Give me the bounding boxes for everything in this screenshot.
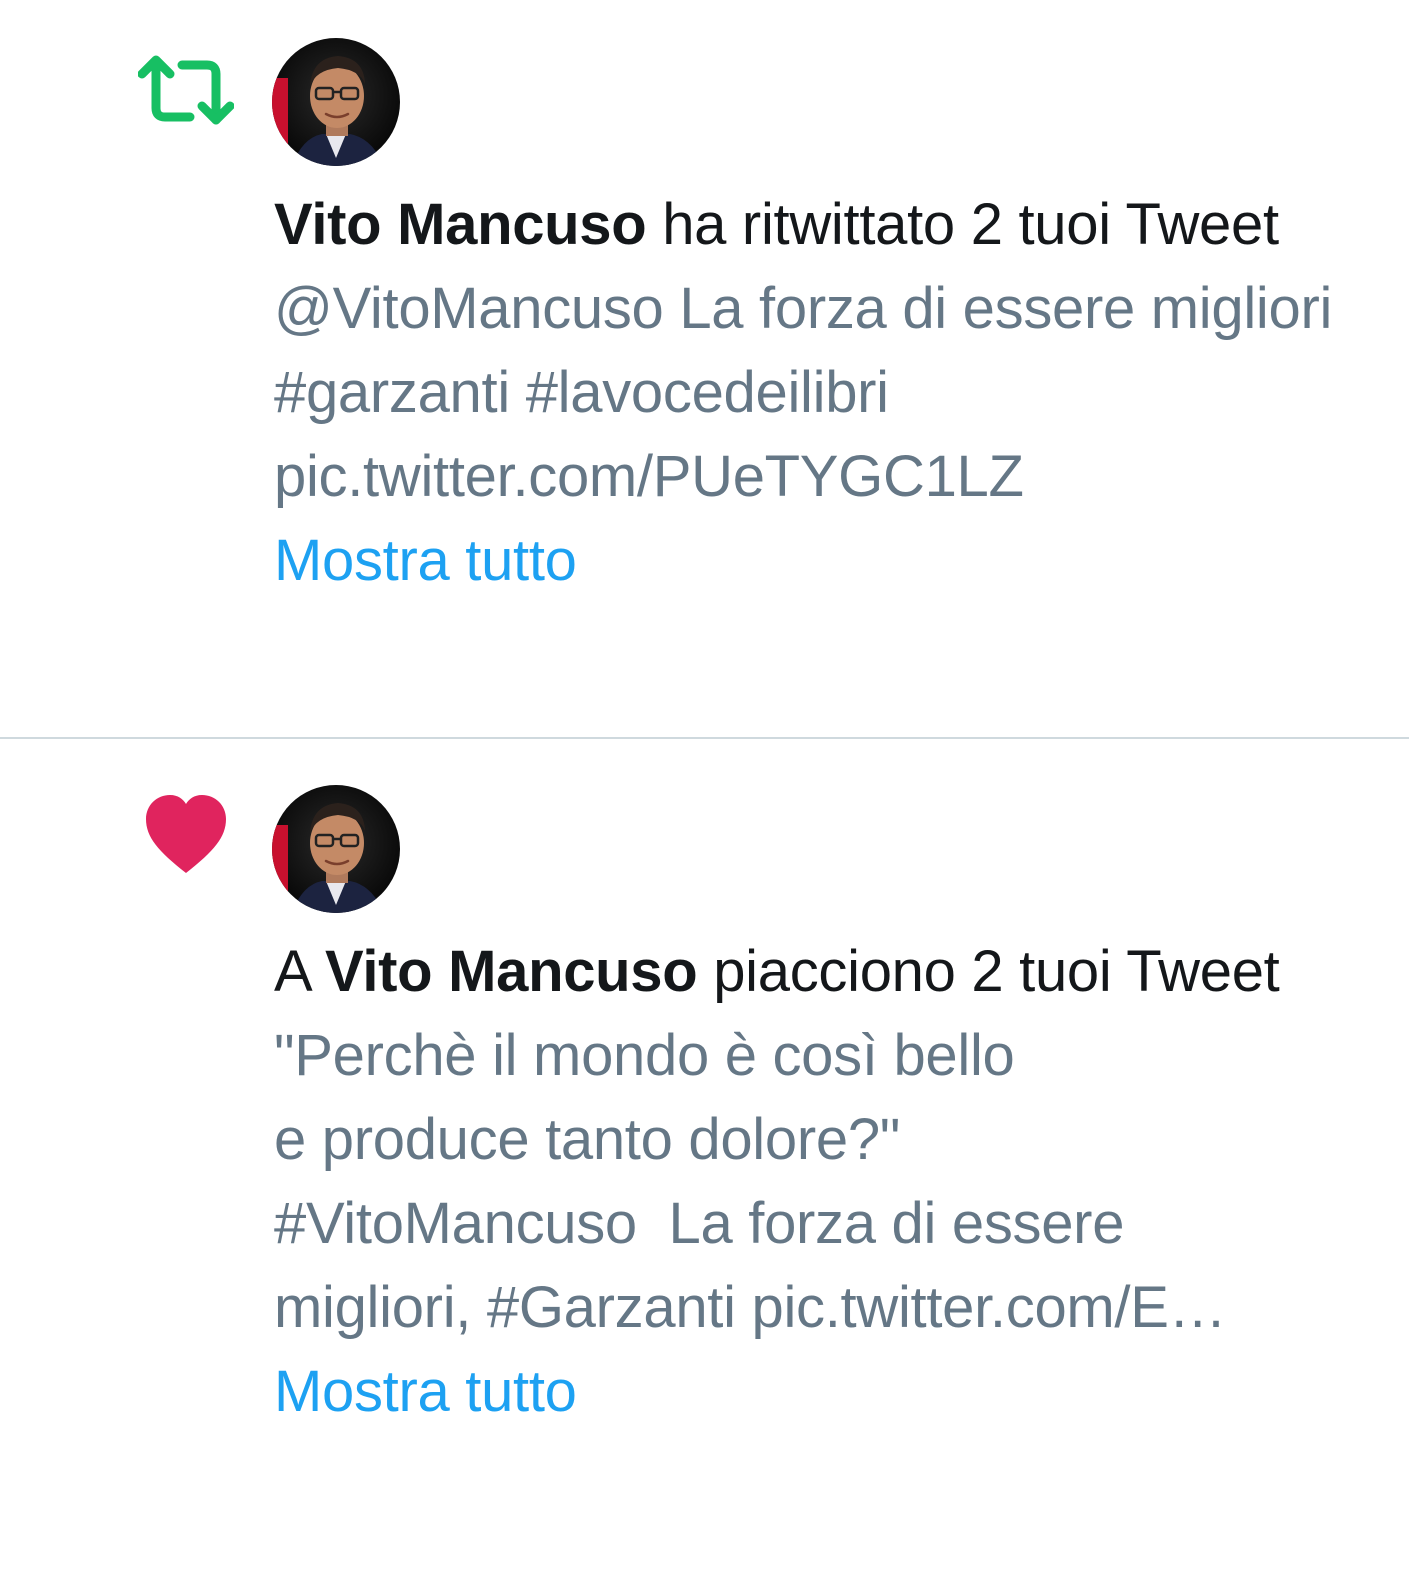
headline-suffix: ha ritwittato 2 tuoi Tweet [646,192,1279,257]
divider [0,737,1409,739]
retweet-icon [137,38,235,134]
notification-retweet[interactable]: Vito Mancuso ha ritwittato 2 tuoi Tweet … [0,0,1409,739]
show-all-link[interactable]: Mostra tutto [274,1350,577,1434]
notification-body: A Vito Mancuso piacciono 2 tuoi Tweet "P… [274,930,1364,1434]
tweet-preview[interactable]: @VitoMancuso La forza di essere migliori… [274,267,1364,519]
notification-headline: Vito Mancuso ha ritwittato 2 tuoi Tweet [274,183,1364,267]
avatar[interactable] [272,38,400,166]
user-name[interactable]: Vito Mancuso [274,192,647,257]
notification-like[interactable]: A Vito Mancuso piacciono 2 tuoi Tweet "P… [0,740,1409,1584]
show-all-link[interactable]: Mostra tutto [274,519,577,603]
notification-body: Vito Mancuso ha ritwittato 2 tuoi Tweet … [274,183,1364,603]
tweet-preview[interactable]: "Perchè il mondo è così bello e produce … [274,1014,1364,1350]
heart-icon [138,785,234,881]
notification-headline: A Vito Mancuso piacciono 2 tuoi Tweet [274,930,1364,1014]
avatar[interactable] [272,785,400,913]
headline-suffix: piacciono 2 tuoi Tweet [697,939,1280,1004]
user-name[interactable]: Vito Mancuso [325,939,698,1004]
headline-prefix: A [274,939,325,1004]
